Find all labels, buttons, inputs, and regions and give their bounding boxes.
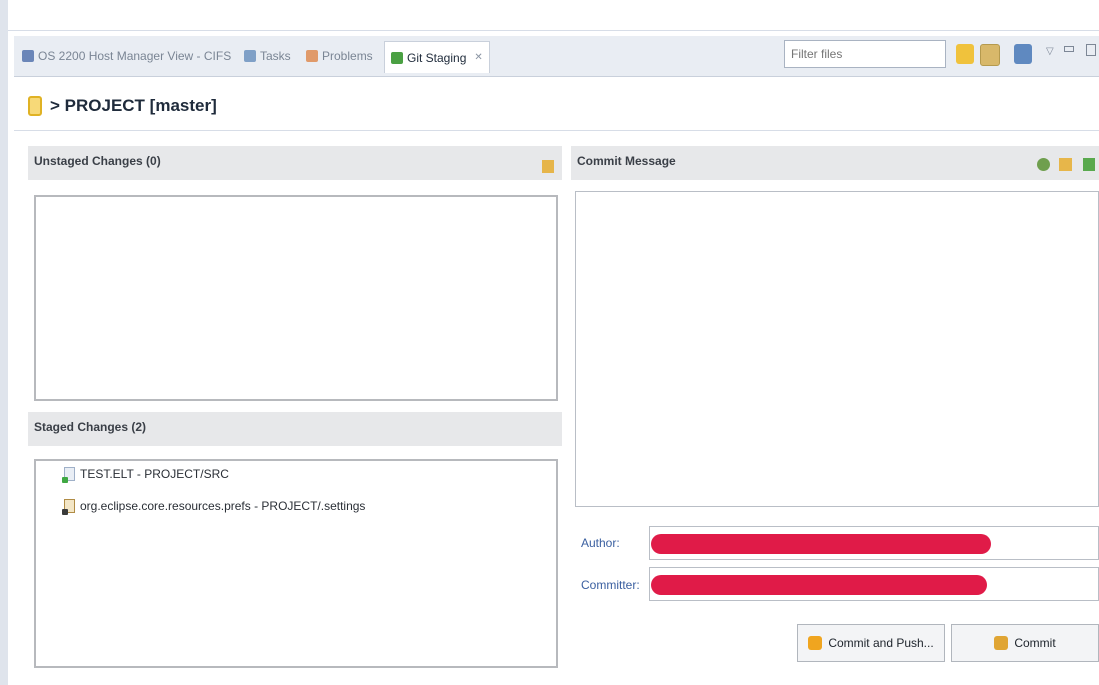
staged-changes-title: Staged Changes (2) <box>34 420 147 434</box>
staged-changes-list[interactable]: TEST.ELT - PROJECT/SRC org.eclipse.core.… <box>34 459 558 668</box>
author-label: Author: <box>581 536 620 550</box>
minimize-icon[interactable] <box>1064 46 1074 52</box>
tab-label: OS 2200 Host Manager View - CIFS <box>38 49 232 63</box>
window-top-strip <box>0 0 1099 31</box>
close-tab-icon[interactable]: ✕ <box>474 52 482 63</box>
committer-label: Committer: <box>581 578 640 592</box>
tab-label: Problems <box>322 49 373 63</box>
refresh-icon[interactable] <box>956 44 974 64</box>
repository-header: > PROJECT [master] <box>28 96 217 116</box>
commit-push-icon <box>808 636 823 650</box>
tab-host-manager[interactable]: OS 2200 Host Manager View - CIFS <box>22 44 231 68</box>
problems-icon <box>306 50 318 62</box>
file-modified-icon <box>62 499 75 515</box>
git-staging-icon <box>391 51 403 64</box>
committer-field[interactable] <box>649 567 1099 601</box>
tab-label: Git Staging <box>407 50 467 65</box>
staged-item[interactable]: org.eclipse.core.resources.prefs - PROJE… <box>62 499 366 515</box>
committer-redaction <box>651 575 987 595</box>
staged-item-label: org.eclipse.core.resources.prefs - PROJE… <box>80 499 366 513</box>
commit-label: Commit <box>1014 636 1056 650</box>
tab-problems[interactable]: Problems <box>306 44 373 68</box>
tab-git-staging[interactable]: Git Staging ✕ <box>384 41 490 73</box>
commit-message-input[interactable] <box>575 191 1099 507</box>
staged-item-label: TEST.ELT - PROJECT/SRC <box>80 467 229 481</box>
tasks-icon <box>244 50 256 62</box>
unstaged-changes-list[interactable] <box>34 195 558 401</box>
commit-and-push-button[interactable]: Commit and Push... <box>797 624 945 662</box>
tab-label: Tasks <box>260 49 291 63</box>
filter-files-input[interactable] <box>784 40 946 68</box>
view-menu-icon[interactable]: ▽ <box>1046 46 1054 57</box>
file-added-icon <box>62 467 75 483</box>
separator <box>14 130 1099 131</box>
staged-item[interactable]: TEST.ELT - PROJECT/SRC <box>62 467 229 483</box>
unstaged-changes-title: Unstaged Changes (0) <box>34 154 161 168</box>
stage-all-icon[interactable] <box>542 160 554 173</box>
commit-button[interactable]: Commit <box>951 624 1099 662</box>
unstaged-changes-header: Unstaged Changes (0) <box>28 146 562 180</box>
repository-title: > PROJECT [master] <box>50 96 217 115</box>
staged-changes-header: Staged Changes (2) <box>28 412 562 446</box>
author-redaction <box>651 534 991 554</box>
commit-icon <box>994 636 1009 650</box>
commit-message-header: Commit Message <box>571 146 1099 180</box>
commit-message-title: Commit Message <box>577 154 676 168</box>
commit-and-push-label: Commit and Push... <box>828 636 934 650</box>
host-manager-icon <box>22 50 34 62</box>
link-selection-icon[interactable] <box>980 44 1000 66</box>
left-edge <box>0 0 8 685</box>
maximize-icon[interactable] <box>1086 44 1096 56</box>
sign-off-icon[interactable] <box>1037 158 1050 171</box>
repository-icon <box>28 96 42 116</box>
compare-mode-icon[interactable] <box>1014 44 1032 64</box>
author-field[interactable] <box>649 526 1099 560</box>
amend-icon[interactable] <box>1059 158 1072 171</box>
tab-tasks[interactable]: Tasks <box>244 44 291 68</box>
change-id-icon[interactable] <box>1083 158 1095 171</box>
